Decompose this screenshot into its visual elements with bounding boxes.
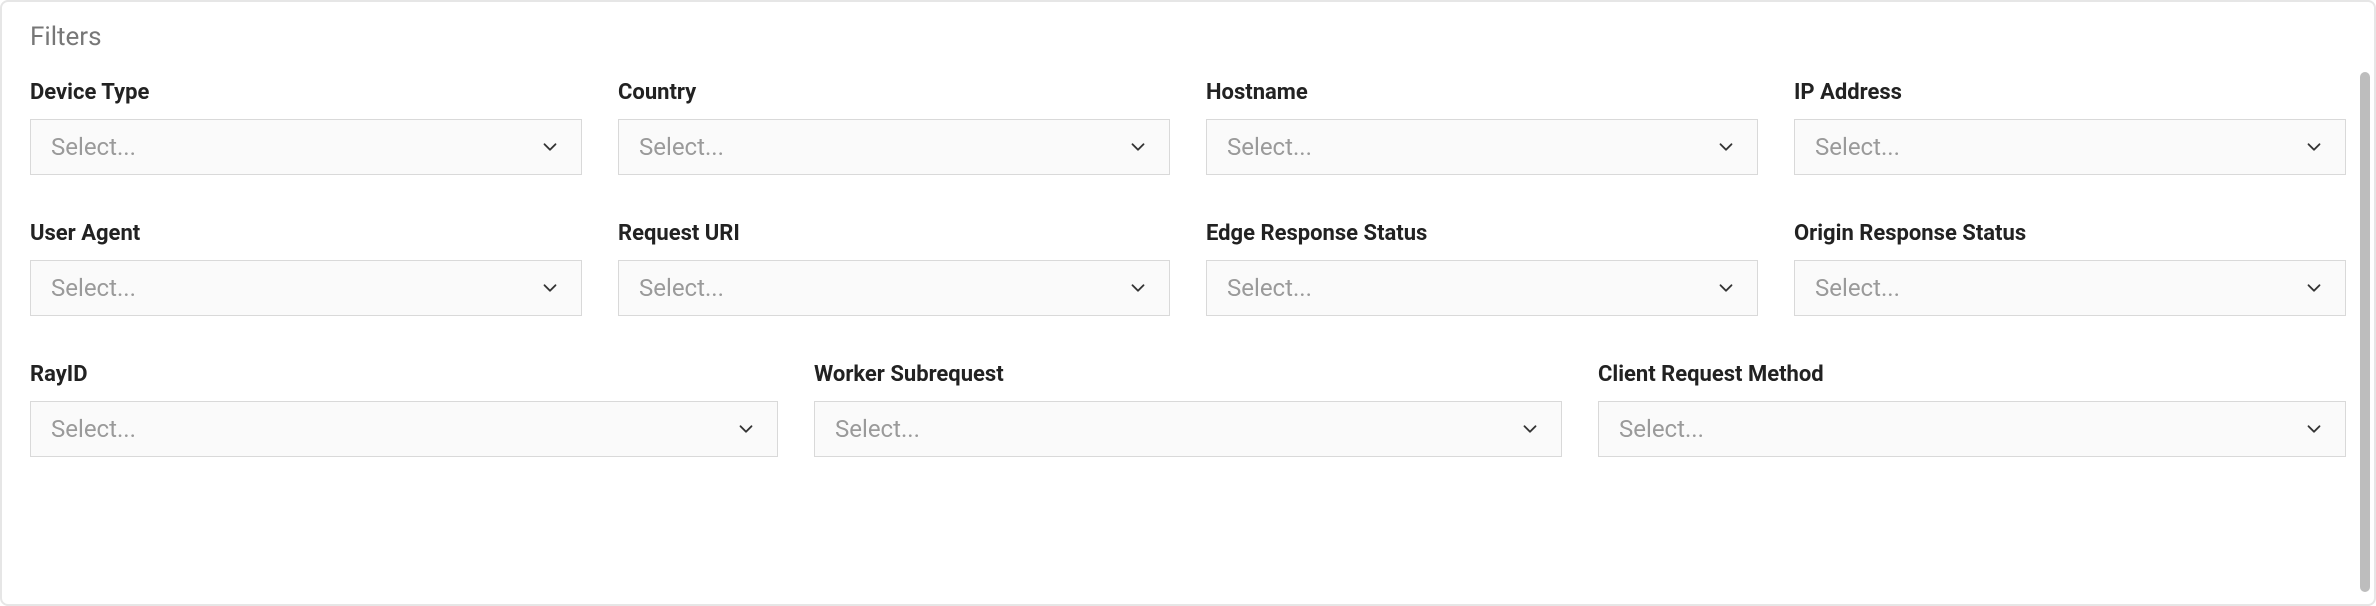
filters-panel: Filters Device Type Select... Country Se… [0, 0, 2376, 606]
select-ip-address[interactable]: Select... [1794, 119, 2346, 175]
filter-edge-response-status: Edge Response Status Select... [1206, 221, 1758, 316]
select-origin-response-status[interactable]: Select... [1794, 260, 2346, 316]
select-placeholder: Select... [1227, 274, 1312, 302]
select-device-type[interactable]: Select... [30, 119, 582, 175]
select-request-uri[interactable]: Select... [618, 260, 1170, 316]
filter-label-hostname: Hostname [1206, 80, 1758, 105]
chevron-down-icon [1715, 277, 1737, 299]
filter-label-country: Country [618, 80, 1170, 105]
chevron-down-icon [2303, 136, 2325, 158]
scrollbar-thumb[interactable] [2360, 72, 2370, 592]
filter-label-request-uri: Request URI [618, 221, 1170, 246]
filter-origin-response-status: Origin Response Status Select... [1794, 221, 2346, 316]
select-client-request-method[interactable]: Select... [1598, 401, 2346, 457]
chevron-down-icon [2303, 277, 2325, 299]
select-user-agent[interactable]: Select... [30, 260, 582, 316]
select-placeholder: Select... [835, 415, 920, 443]
filter-row-3: RayID Select... Worker Subrequest Select… [30, 362, 2346, 457]
filter-request-uri: Request URI Select... [618, 221, 1170, 316]
filter-label-client-request-method: Client Request Method [1598, 362, 2346, 387]
select-placeholder: Select... [51, 274, 136, 302]
chevron-down-icon [1127, 136, 1149, 158]
chevron-down-icon [1127, 277, 1149, 299]
filter-worker-subrequest: Worker Subrequest Select... [814, 362, 1562, 457]
filter-user-agent: User Agent Select... [30, 221, 582, 316]
select-placeholder: Select... [51, 415, 136, 443]
filter-label-user-agent: User Agent [30, 221, 582, 246]
filter-ray-id: RayID Select... [30, 362, 778, 457]
filter-label-origin-response-status: Origin Response Status [1794, 221, 2346, 246]
select-placeholder: Select... [51, 133, 136, 161]
select-placeholder: Select... [1815, 133, 1900, 161]
filter-label-device-type: Device Type [30, 80, 582, 105]
select-placeholder: Select... [639, 274, 724, 302]
filter-label-ip-address: IP Address [1794, 80, 2346, 105]
select-placeholder: Select... [1815, 274, 1900, 302]
select-worker-subrequest[interactable]: Select... [814, 401, 1562, 457]
panel-title: Filters [30, 22, 2346, 52]
select-placeholder: Select... [639, 133, 724, 161]
filter-row-2: User Agent Select... Request URI Select.… [30, 221, 2346, 316]
select-hostname[interactable]: Select... [1206, 119, 1758, 175]
select-country[interactable]: Select... [618, 119, 1170, 175]
select-ray-id[interactable]: Select... [30, 401, 778, 457]
filter-ip-address: IP Address Select... [1794, 80, 2346, 175]
chevron-down-icon [1519, 418, 1541, 440]
filter-hostname: Hostname Select... [1206, 80, 1758, 175]
select-placeholder: Select... [1227, 133, 1312, 161]
chevron-down-icon [735, 418, 757, 440]
filter-label-ray-id: RayID [30, 362, 778, 387]
filter-client-request-method: Client Request Method Select... [1598, 362, 2346, 457]
filter-label-worker-subrequest: Worker Subrequest [814, 362, 1562, 387]
filter-row-1: Device Type Select... Country Select... … [30, 80, 2346, 175]
chevron-down-icon [539, 136, 561, 158]
chevron-down-icon [2303, 418, 2325, 440]
chevron-down-icon [539, 277, 561, 299]
select-edge-response-status[interactable]: Select... [1206, 260, 1758, 316]
filter-device-type: Device Type Select... [30, 80, 582, 175]
chevron-down-icon [1715, 136, 1737, 158]
filter-country: Country Select... [618, 80, 1170, 175]
filter-label-edge-response-status: Edge Response Status [1206, 221, 1758, 246]
select-placeholder: Select... [1619, 415, 1704, 443]
